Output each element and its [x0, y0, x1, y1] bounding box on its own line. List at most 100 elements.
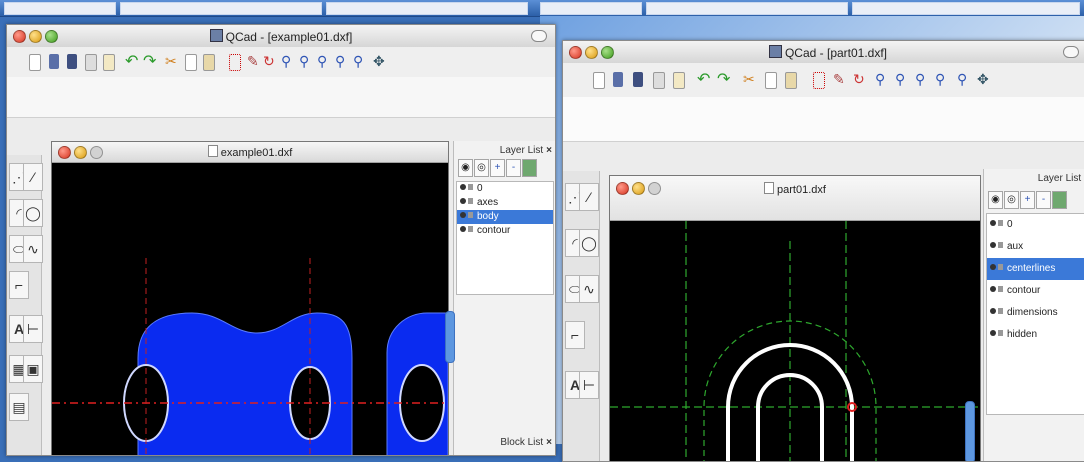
drawing-canvas[interactable]: [52, 163, 448, 455]
circle-icon[interactable]: ◯: [579, 229, 599, 257]
zoom-auto-icon[interactable]: ⚲: [915, 72, 929, 87]
save-icon[interactable]: [67, 54, 77, 69]
open-icon[interactable]: [49, 54, 59, 69]
lock-icon[interactable]: [468, 184, 473, 190]
visibility-eye-icon[interactable]: [990, 330, 996, 336]
close-icon[interactable]: ×: [546, 145, 552, 156]
zoom-out-icon[interactable]: ⚲: [299, 54, 313, 69]
zoom-window-icon[interactable]: ⚲: [353, 54, 367, 69]
redo-icon[interactable]: ↷: [143, 54, 157, 70]
image-icon[interactable]: ▣: [23, 355, 43, 383]
visibility-eye-icon[interactable]: [990, 308, 996, 314]
copy-icon[interactable]: [765, 72, 777, 89]
redraw-icon[interactable]: ↻: [263, 54, 277, 69]
close-icon[interactable]: ×: [546, 437, 552, 448]
redo-icon[interactable]: ↷: [717, 72, 731, 88]
visibility-eye-icon[interactable]: [460, 184, 466, 190]
hide-all-layers-icon[interactable]: ◎: [1004, 191, 1019, 209]
line-icon[interactable]: ⁄: [23, 163, 43, 191]
cut-icon[interactable]: ✂: [743, 72, 757, 87]
lock-icon[interactable]: [468, 212, 473, 218]
layer-item[interactable]: centerlines: [987, 258, 1084, 280]
zoom-window-icon[interactable]: ⚲: [957, 72, 971, 87]
edit-layer-icon[interactable]: [522, 159, 537, 177]
lock-icon[interactable]: [998, 286, 1003, 292]
title-bar[interactable]: QCad - [example01.dxf]: [7, 25, 555, 48]
lock-icon[interactable]: [998, 330, 1003, 336]
drawing-canvas[interactable]: [610, 221, 980, 461]
undo-icon[interactable]: ↶: [697, 72, 711, 88]
visibility-eye-icon[interactable]: [460, 226, 466, 232]
lock-icon[interactable]: [468, 198, 473, 204]
print-icon[interactable]: [653, 72, 665, 89]
visibility-eye-icon[interactable]: [990, 220, 996, 226]
add-layer-icon[interactable]: +: [490, 159, 505, 177]
add-layer-icon[interactable]: +: [1020, 191, 1035, 209]
save-icon[interactable]: [633, 72, 643, 87]
zoom-pan-icon[interactable]: ✥: [373, 54, 387, 69]
layer-item[interactable]: 0: [987, 214, 1084, 236]
document-title-bar[interactable]: part01.dxf: [610, 176, 980, 221]
scrollbar-thumb[interactable]: [445, 311, 455, 363]
visibility-eye-icon[interactable]: [990, 242, 996, 248]
remove-layer-icon[interactable]: -: [506, 159, 521, 177]
zoom-in-icon[interactable]: ⚲: [281, 54, 295, 69]
lock-icon[interactable]: [998, 264, 1003, 270]
remove-layer-icon[interactable]: -: [1036, 191, 1051, 209]
cut-icon[interactable]: ✂: [165, 54, 179, 69]
open-icon[interactable]: [613, 72, 623, 87]
dimension-icon[interactable]: ⊢: [579, 371, 599, 399]
lock-icon[interactable]: [468, 226, 473, 232]
redraw-icon[interactable]: ↻: [853, 72, 867, 87]
layer-item[interactable]: body: [457, 210, 553, 224]
spline-icon[interactable]: ∿: [23, 235, 43, 263]
layer-item[interactable]: 0: [457, 182, 553, 196]
zoom-pan-icon[interactable]: ✥: [977, 72, 991, 87]
show-all-layers-icon[interactable]: ◉: [988, 191, 1003, 209]
lock-icon[interactable]: [998, 242, 1003, 248]
layer-item[interactable]: hidden: [987, 324, 1084, 346]
show-all-layers-icon[interactable]: ◉: [458, 159, 473, 177]
layer-item[interactable]: axes: [457, 196, 553, 210]
zoom-auto-icon[interactable]: ⚲: [317, 54, 331, 69]
layer-item[interactable]: dimensions: [987, 302, 1084, 324]
hide-all-layers-icon[interactable]: ◎: [474, 159, 489, 177]
print-icon[interactable]: [85, 54, 97, 71]
toolbar-toggle-button[interactable]: [531, 30, 547, 42]
layer-item[interactable]: aux: [987, 236, 1084, 258]
copy-icon[interactable]: [185, 54, 197, 71]
draft-icon[interactable]: ✎: [833, 72, 847, 87]
polyline-icon[interactable]: ⌐: [9, 271, 29, 299]
print-preview-icon[interactable]: [673, 72, 685, 89]
dimension-icon[interactable]: ⊢: [23, 315, 43, 343]
block-icon[interactable]: ▤: [9, 393, 29, 421]
zoom-in-icon[interactable]: ⚲: [875, 72, 889, 87]
document-title-bar[interactable]: example01.dxf: [52, 142, 448, 163]
visibility-eye-icon[interactable]: [990, 286, 996, 292]
draft-icon[interactable]: ✎: [247, 54, 261, 69]
visibility-eye-icon[interactable]: [990, 264, 996, 270]
spline-icon[interactable]: ∿: [579, 275, 599, 303]
polyline-icon[interactable]: ⌐: [565, 321, 585, 349]
visibility-eye-icon[interactable]: [460, 212, 466, 218]
lock-icon[interactable]: [998, 220, 1003, 226]
layer-item[interactable]: contour: [457, 224, 553, 238]
zoom-previous-icon[interactable]: ⚲: [335, 54, 349, 69]
zoom-out-icon[interactable]: ⚲: [895, 72, 909, 87]
scrollbar-thumb[interactable]: [965, 401, 975, 461]
undo-icon[interactable]: ↶: [125, 54, 139, 70]
paste-icon[interactable]: [785, 72, 797, 89]
toolbar-toggle-button[interactable]: [1063, 46, 1079, 58]
print-preview-icon[interactable]: [103, 54, 115, 71]
grid-icon[interactable]: [229, 54, 241, 71]
new-file-icon[interactable]: [29, 54, 41, 71]
new-file-icon[interactable]: [593, 72, 605, 89]
zoom-previous-icon[interactable]: ⚲: [935, 72, 949, 87]
visibility-eye-icon[interactable]: [460, 198, 466, 204]
line-icon[interactable]: ⁄: [579, 183, 599, 211]
circle-icon[interactable]: ◯: [23, 199, 43, 227]
lock-icon[interactable]: [998, 308, 1003, 314]
grid-icon[interactable]: [813, 72, 825, 89]
title-bar[interactable]: QCad - [part01.dxf]: [563, 41, 1084, 64]
paste-icon[interactable]: [203, 54, 215, 71]
